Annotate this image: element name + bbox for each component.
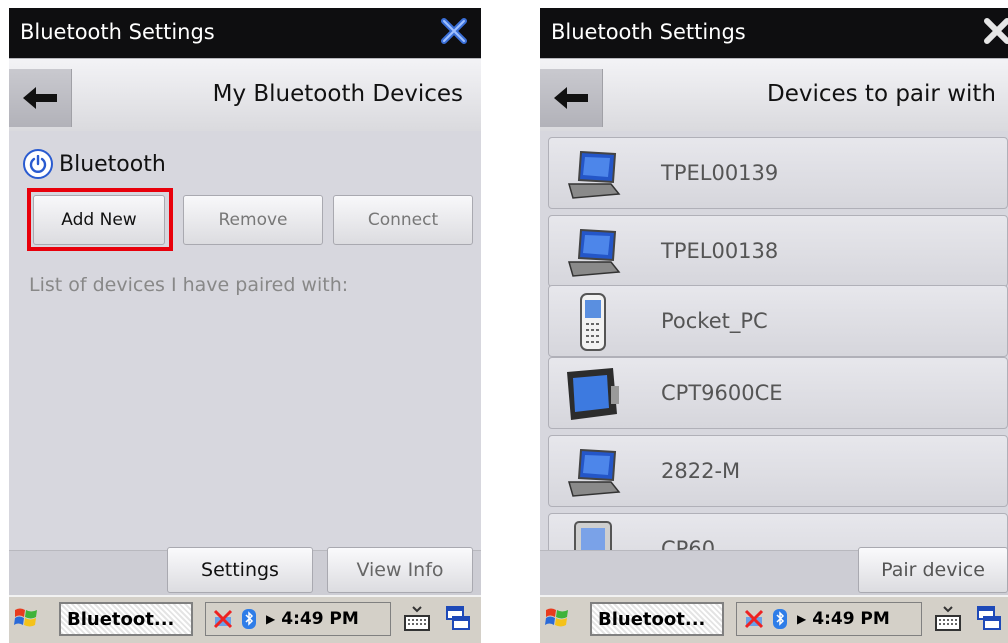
device-item[interactable]: TPEL00139 [548,137,1008,209]
tray-arrow-icon[interactable]: ▶ [266,612,275,626]
windows-start-icon[interactable] [544,606,570,630]
laptop-icon [568,448,621,497]
bluetooth-tray-icon[interactable] [238,608,260,630]
close-icon[interactable] [982,16,1008,46]
page-header: Devices to pair with [540,58,1008,132]
device-item[interactable]: 2822-M [548,435,1008,507]
taskbar: Bluetoot... ▶ 4:49 PM [540,595,1008,643]
device-name: CP60 [661,537,716,551]
system-tray: ▶ 4:49 PM [205,602,391,636]
pair-device-button[interactable]: Pair device [858,547,1008,593]
device-item[interactable]: CPT9600CE [548,357,1008,429]
window-title: Bluetooth Settings [551,20,746,44]
settings-label: Settings [201,559,279,581]
paired-devices-label: List of devices I have paired with: [29,274,349,296]
device-item[interactable]: TPEL00138 [548,215,1008,287]
highlight-box [27,188,173,251]
device-item[interactable]: CP60 [548,513,1008,551]
back-button[interactable] [540,69,603,127]
power-icon [23,149,53,179]
switch-window-icon[interactable] [976,604,1002,634]
device-name: TPEL00138 [661,239,779,263]
handheld-icon [567,368,619,420]
content-area: Bluetooth Add New Remove Connect List of… [9,131,481,551]
back-button[interactable] [9,69,72,127]
device-item[interactable]: Pocket_PC [548,285,1008,357]
settings-button[interactable]: Settings [167,547,313,593]
window-title: Bluetooth Settings [20,20,215,44]
keyboard-icon[interactable] [934,604,962,634]
switch-window-icon[interactable] [445,604,471,634]
title-bar: Bluetooth Settings [540,8,1008,58]
bluetooth-toggle[interactable]: Bluetooth [23,147,166,181]
laptop-icon [568,150,621,199]
taskbar-app-button[interactable]: Bluetoot... [590,602,724,636]
device-list[interactable]: TPEL00139 TPEL00138 Pocket_PC CPT9600CE … [548,137,1008,551]
device-name: TPEL00139 [661,161,779,185]
system-tray: ▶ 4:49 PM [736,602,922,636]
connect-label: Connect [367,210,439,230]
device-name: 2822-M [661,459,741,483]
bluetooth-tray-icon[interactable] [769,608,791,630]
back-arrow-icon [554,87,588,109]
taskbar: Bluetoot... ▶ 4:49 PM [9,595,481,643]
page-title: My Bluetooth Devices [212,81,463,107]
clock[interactable]: 4:49 PM [281,609,359,629]
pair-device-label: Pair device [881,559,985,581]
my-bluetooth-devices-screen: Bluetooth Settings My Bluetooth Devices … [9,8,481,643]
connect-button[interactable]: Connect [333,195,473,245]
remove-button[interactable]: Remove [183,195,323,245]
taskbar-app-button[interactable]: Bluetoot... [59,602,193,636]
handheld-icon [574,521,612,551]
device-name: CPT9600CE [661,381,783,405]
clock[interactable]: 4:49 PM [812,609,890,629]
title-bar: Bluetooth Settings [9,8,481,58]
page-header: My Bluetooth Devices [9,58,481,132]
laptop-icon [568,228,621,277]
page-title: Devices to pair with [766,81,996,107]
view-info-button[interactable]: View Info [327,547,473,593]
content-area: TPEL00139 TPEL00138 Pocket_PC CPT9600CE … [540,131,1008,551]
footer-bar: Pair device [540,547,1008,597]
phone-icon [580,293,606,351]
bluetooth-label: Bluetooth [59,151,166,177]
close-icon[interactable] [439,16,469,46]
network-disconnected-icon[interactable] [212,608,234,630]
remove-label: Remove [218,210,288,230]
keyboard-icon[interactable] [403,604,431,634]
device-name: Pocket_PC [661,309,768,333]
network-disconnected-icon[interactable] [743,608,765,630]
windows-start-icon[interactable] [13,606,39,630]
back-arrow-icon [23,87,57,109]
devices-to-pair-screen: Bluetooth Settings Devices to pair with … [540,8,1008,643]
footer-bar: Settings View Info [9,547,481,597]
view-info-label: View Info [356,559,444,581]
tray-arrow-icon[interactable]: ▶ [797,612,806,626]
